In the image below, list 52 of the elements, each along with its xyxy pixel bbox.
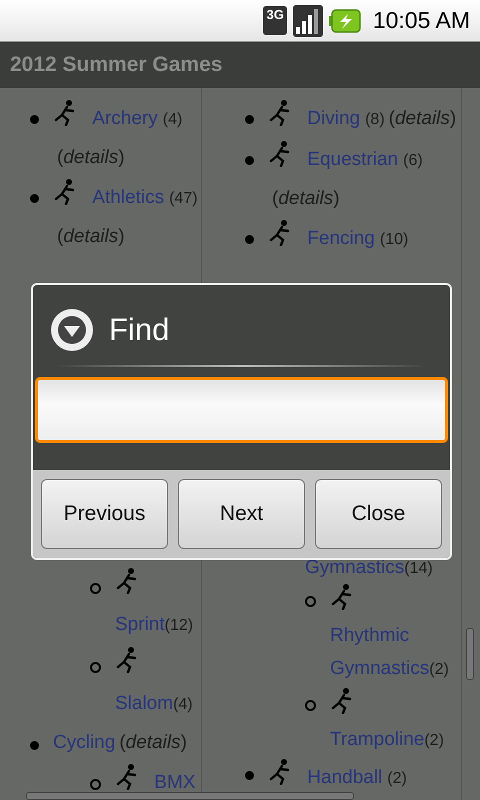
- count: (2): [387, 770, 407, 787]
- count: (6): [403, 152, 423, 169]
- sport-link[interactable]: Archery: [92, 100, 158, 138]
- count: (12): [164, 617, 194, 634]
- page-title: 2012 Summer Games: [10, 53, 222, 77]
- count: (2): [429, 661, 449, 678]
- details-link[interactable]: (details): [119, 732, 187, 753]
- sport-link[interactable]: Trampoline: [330, 723, 424, 756]
- bullet-icon: [30, 194, 39, 203]
- sport-link[interactable]: BMX: [154, 764, 196, 800]
- dropdown-icon: [49, 307, 95, 353]
- bullet-icon: [30, 741, 39, 750]
- bullet-icon: [245, 771, 254, 780]
- count: (2): [424, 732, 444, 749]
- count: (14): [404, 560, 433, 577]
- count: (4): [162, 111, 182, 128]
- bullet-icon: [90, 662, 101, 673]
- battery-icon: [328, 8, 361, 32]
- dialog-title: Find: [109, 312, 170, 348]
- sport-link[interactable]: Slalom: [115, 685, 174, 723]
- bullet-icon: [245, 115, 254, 124]
- dialog-button[interactable]: Close: [315, 479, 442, 549]
- bullet-icon: [90, 779, 101, 790]
- details-link[interactable]: (details): [388, 108, 456, 129]
- sport-link[interactable]: Equestrian: [307, 141, 398, 179]
- scrollbar: [466, 628, 474, 680]
- sport-link[interactable]: Fencing: [307, 220, 375, 258]
- bullet-icon: [30, 115, 39, 124]
- details-link[interactable]: (details): [57, 226, 125, 247]
- sport-link[interactable]: Sprint: [115, 606, 165, 644]
- clock: 10:05 AM: [372, 7, 470, 34]
- details-link[interactable]: (details): [57, 147, 125, 168]
- sport-link[interactable]: Handball: [307, 761, 382, 794]
- network-icon: 3G: [263, 6, 287, 35]
- bullet-icon: [305, 596, 316, 607]
- sport-link[interactable]: Diving: [307, 100, 360, 138]
- search-field[interactable]: [35, 377, 448, 443]
- count: (8): [365, 111, 385, 128]
- count: (10): [380, 231, 408, 248]
- sport-link[interactable]: Cycling: [53, 724, 116, 762]
- bullet-icon: [305, 700, 316, 711]
- count: (47): [169, 190, 198, 207]
- details-link[interactable]: (details): [272, 188, 340, 209]
- sport-link[interactable]: Athletics: [92, 179, 164, 217]
- dialog-button[interactable]: Previous: [41, 479, 168, 549]
- bullet-icon: [245, 156, 254, 165]
- bullet-icon: [245, 235, 254, 244]
- sport-link[interactable]: Rhythmic Gymnastics: [330, 619, 430, 685]
- count: (4): [173, 696, 193, 713]
- dialog-button[interactable]: Next: [178, 479, 305, 549]
- signal-icon: [292, 4, 323, 36]
- bullet-icon: [90, 583, 101, 594]
